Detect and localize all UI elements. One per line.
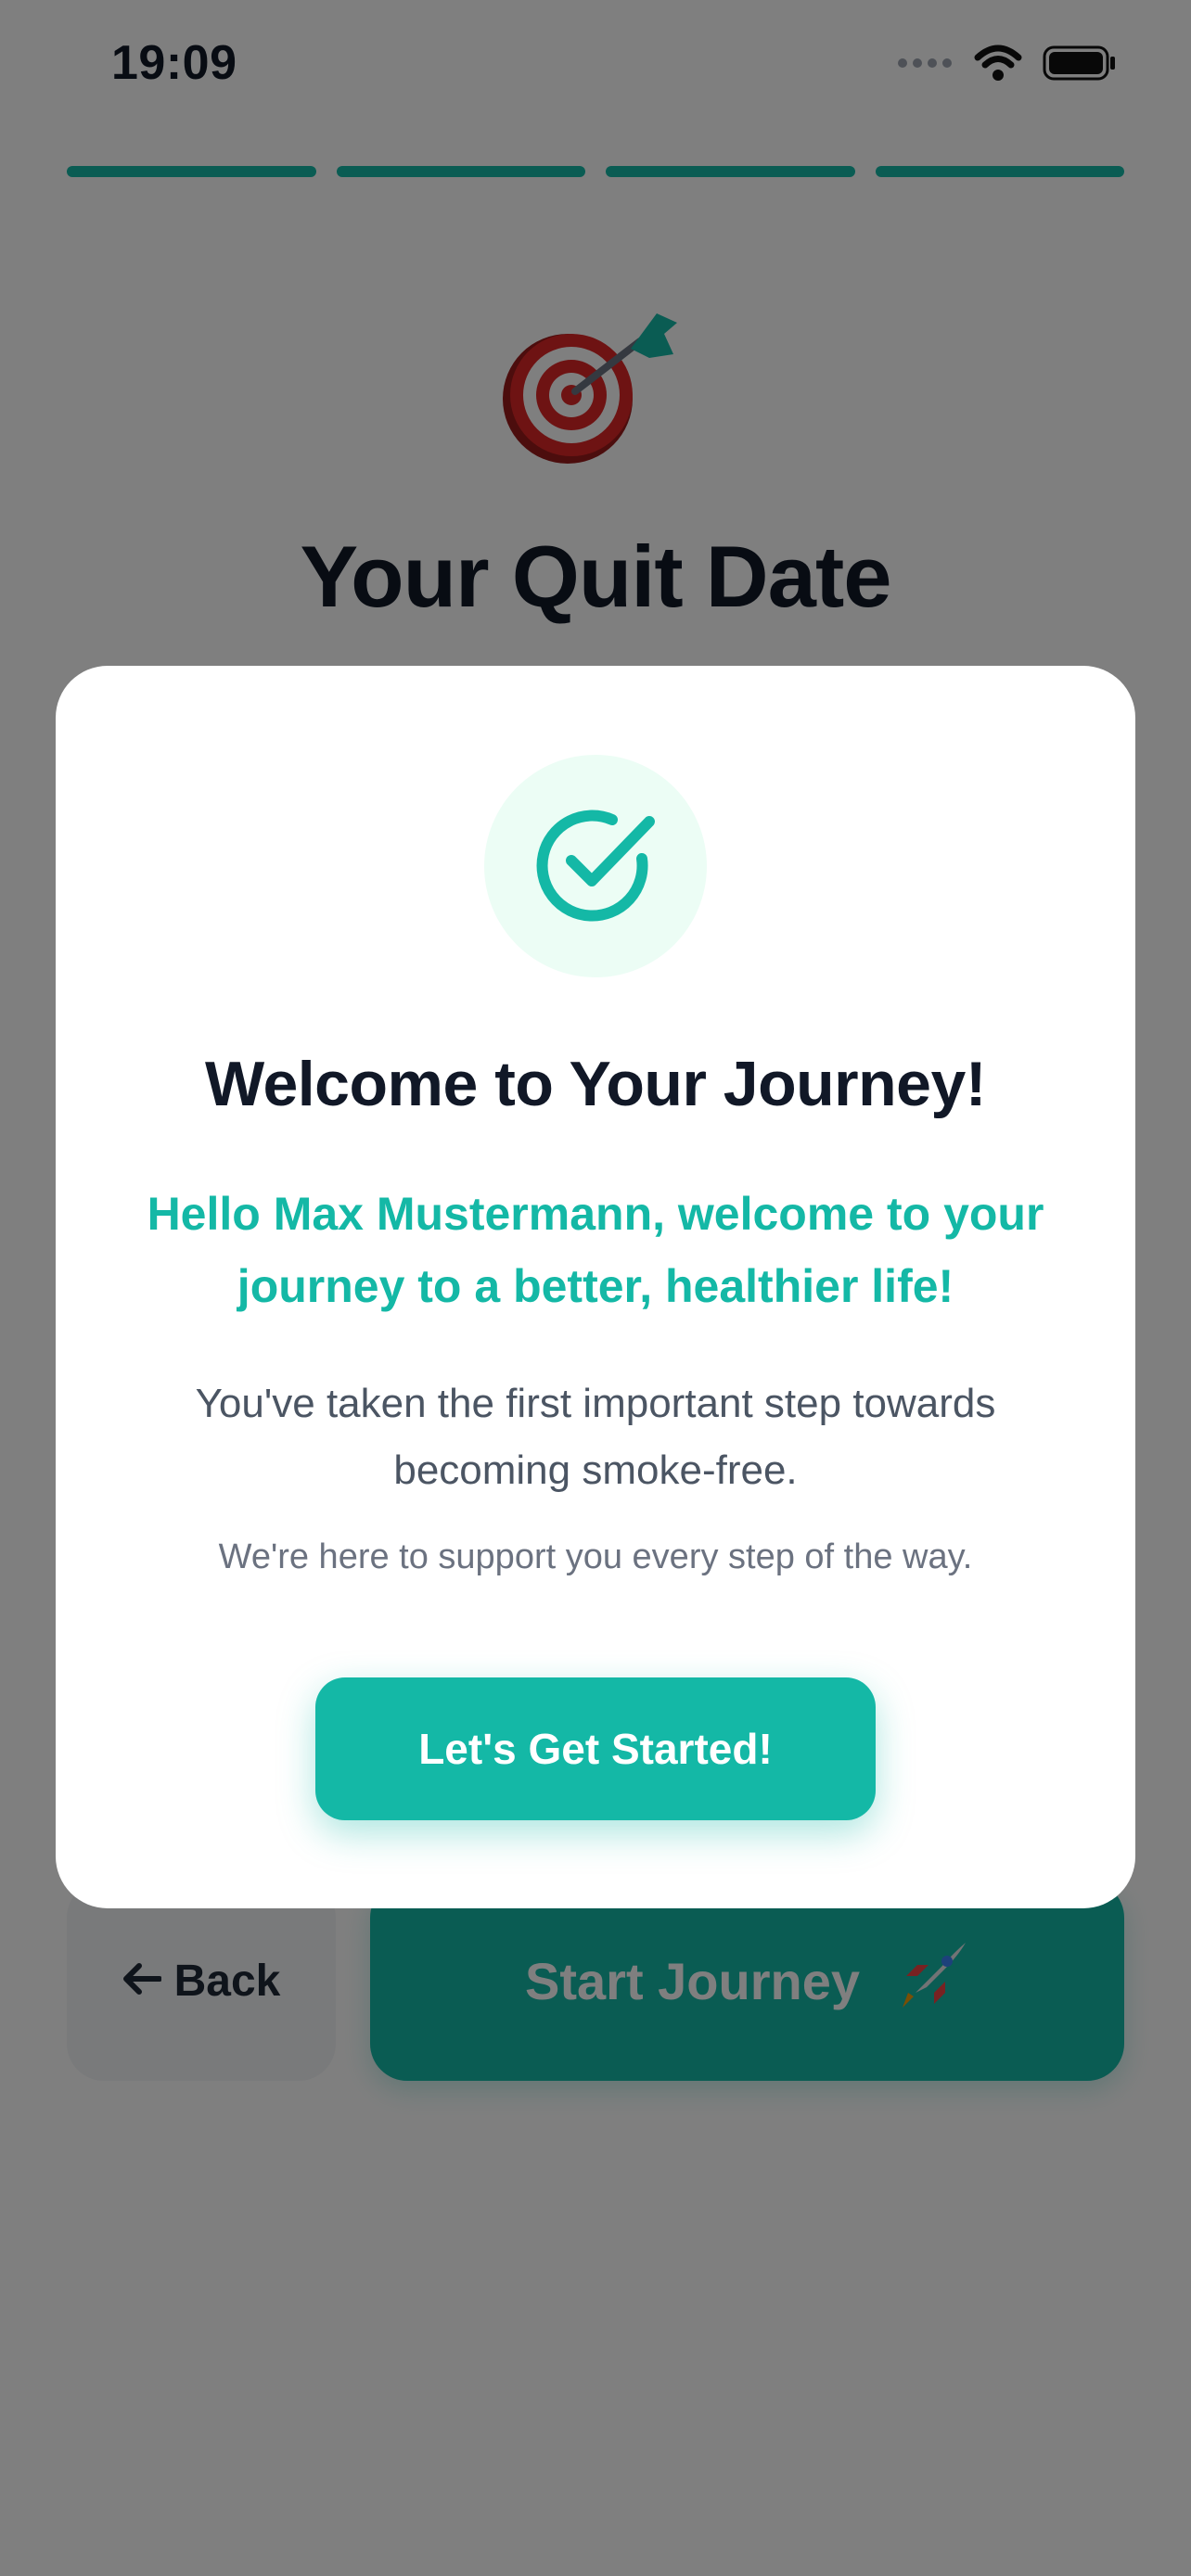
modal-body-text: You've taken the first important step to…: [195, 1381, 996, 1493]
modal-title: Welcome to Your Journey!: [205, 1049, 986, 1119]
check-circle-icon: [531, 799, 660, 934]
modal-greeting: Hello Max Mustermann, welcome to your jo…: [147, 1188, 1044, 1312]
get-started-button[interactable]: Let's Get Started!: [315, 1677, 876, 1820]
modal-support-text: We're here to support you every step of …: [218, 1537, 973, 1576]
welcome-modal: Welcome to Your Journey! Hello Max Muste…: [56, 666, 1135, 1908]
success-badge: [484, 755, 707, 977]
